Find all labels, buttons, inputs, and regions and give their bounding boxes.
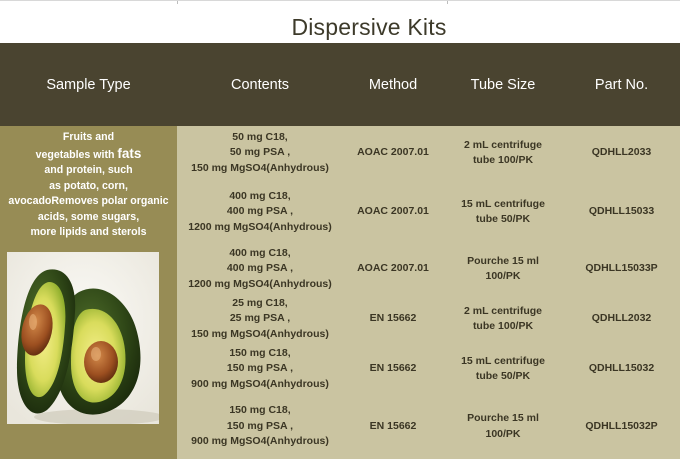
sample-type-line: as potato, corn, [49,179,128,192]
top-border-tick [177,1,178,4]
table-row: 400 mg C18, 400 mg PSA , 1200 mg MgSO4(Anh… [177,180,680,244]
part-no-cell: QDHLL15033P [585,262,658,275]
header-method: Method [368,77,418,93]
table-row: 150 mg C18, 150 mg PSA , 900 mg MgSO4(Anhy… [177,344,680,394]
table-row: 150 mg C18, 150 mg PSA , 900 mg MgSO4(Anhy… [177,394,680,459]
contents-cell: 150 mg C18, 150 mg PSA , 900 mg MgSO4(Anhy… [191,346,329,390]
sample-type-line: avocadoRemoves polar organic [8,195,169,207]
top-border-tick [447,1,448,4]
contents-cell: 400 mg C18, 400 mg PSA , 1200 mg MgSO4(Anh… [188,246,332,290]
tube-size-cell: 15 mL centrifuge tube 50/PK [461,354,545,383]
method-cell: EN 15662 [369,362,417,375]
sample-type-line: Fruits and [62,131,115,143]
table-header: Sample Type Contents Method Tube Size Pa… [0,43,680,126]
tube-size-cell: 2 mL centrifuge tube 100/PK [464,304,542,333]
table-row: 25 mg C18, 25 mg PSA , 150 mg MgSO4(Anhydr… [177,294,680,344]
tube-size-cell: Pourche 15 ml 100/PK [467,412,539,440]
header-tube-size: Tube Size [470,77,536,93]
avocado-illustration [7,252,159,424]
tube-size-cell: 15 mL centrifuge tube 50/PK [461,197,545,226]
header-contents: Contents [230,77,290,93]
contents-cell: 50 mg C18, 50 mg PSA , 150 mg MgSO4(Anhydr… [191,130,329,174]
tube-size-cell: 2 mL centrifuge tube 100/PK [464,138,542,167]
sample-type-emphasis: fats [117,145,142,161]
method-cell: EN 15662 [369,312,417,325]
table-body: 50 mg C18, 50 mg PSA , 150 mg MgSO4(Anhydr… [177,126,680,459]
header-part-no: Part No. [594,77,649,93]
method-cell: AOAC 2007.01 [357,146,429,159]
top-border [0,0,680,4]
part-no-cell: QDHLL2032 [591,312,652,325]
contents-cell: 400 mg C18, 400 mg PSA , 1200 mg MgSO4(Anh… [188,189,332,233]
sample-type-text: vegetables with [35,148,118,161]
tube-size-cell: Pourche 15 ml 100/PK [467,254,539,283]
sample-type-line: vegetables with fats [0,146,177,164]
method-cell: AOAC 2007.01 [357,205,429,218]
header-sample-type: Sample Type [46,77,131,93]
sample-type-description: Fruits and vegetables with fats and prot… [0,130,177,241]
part-no-cell: QDHLL2033 [591,146,652,159]
table-row: 50 mg C18, 50 mg PSA , 150 mg MgSO4(Anhydr… [177,126,680,180]
part-no-cell: QDHLL15032P [585,419,658,432]
sample-type-line: acids, some sugars, [37,210,140,223]
method-cell: EN 15662 [369,419,417,432]
sample-type-line: and protein, such [44,164,133,176]
avocado-image [7,252,159,424]
contents-cell: 150 mg C18, 150 mg PSA , 900 mg MgSO4(Anhy… [191,404,329,448]
page-title: Dispersive Kits [291,14,447,40]
sample-type-line: more lipids and sterols [30,226,147,238]
part-no-cell: QDHLL15032 [588,362,655,375]
table-row: 400 mg C18, 400 mg PSA , 1200 mg MgSO4(Anh… [177,244,680,294]
method-cell: AOAC 2007.01 [357,262,429,275]
part-no-cell: QDHLL15033 [588,205,655,218]
contents-cell: 25 mg C18, 25 mg PSA , 150 mg MgSO4(Anhydr… [191,296,329,340]
sample-type-cell: Fruits and vegetables with fats and prot… [0,126,177,459]
